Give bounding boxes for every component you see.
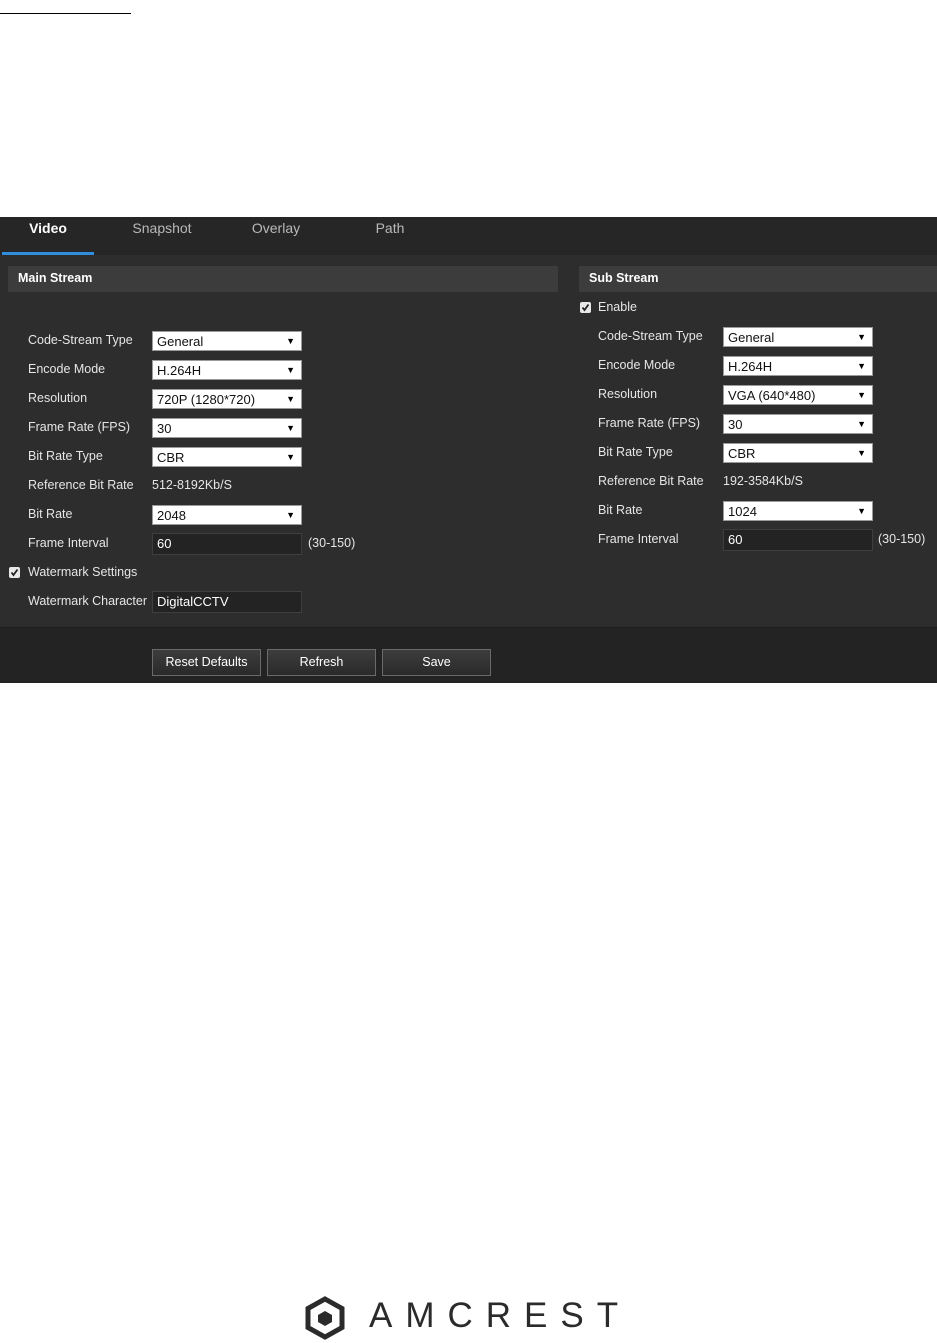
- sub-resolution-select[interactable]: VGA (640*480) ▼: [723, 385, 873, 405]
- save-button[interactable]: Save: [382, 649, 491, 676]
- main-code-stream-type-value: General: [157, 334, 204, 349]
- chevron-down-icon: ▼: [286, 394, 295, 404]
- sub-stream-enable-label: Enable: [598, 300, 637, 314]
- amcrest-wordmark: AMCREST: [369, 1296, 632, 1335]
- tab-bar: Video Snapshot Overlay Path: [0, 217, 937, 255]
- sub-bit-rate-select[interactable]: 1024 ▼: [723, 501, 873, 521]
- sub-stream-header: Sub Stream: [579, 266, 937, 292]
- sub-frame-interval-input[interactable]: 60: [723, 529, 873, 551]
- sub-code-stream-type-label: Code-Stream Type: [598, 329, 703, 343]
- sub-frame-interval-range: (30-150): [878, 532, 926, 546]
- sub-reference-bit-rate-value: 192-3584Kb/S: [723, 474, 803, 488]
- sub-resolution-label: Resolution: [598, 387, 658, 401]
- main-encode-mode-value: H.264H: [157, 363, 202, 378]
- main-reference-bit-rate-value: 512-8192Kb/S: [152, 478, 232, 492]
- main-code-stream-type-select[interactable]: General ▼: [152, 331, 302, 351]
- chevron-down-icon: ▼: [286, 336, 295, 346]
- watermark-settings-label: Watermark Settings: [28, 565, 138, 579]
- sub-code-stream-type-value: General: [728, 330, 775, 345]
- main-frame-interval-input[interactable]: 60: [152, 533, 302, 555]
- watermark-character-input[interactable]: DigitalCCTV: [152, 591, 302, 613]
- tab-path[interactable]: Path: [345, 217, 435, 255]
- main-stream-header: Main Stream: [8, 266, 558, 292]
- main-resolution-select[interactable]: 720P (1280*720) ▼: [152, 389, 302, 409]
- tab-video[interactable]: Video: [2, 217, 94, 255]
- chevron-down-icon: ▼: [857, 448, 866, 458]
- main-frame-rate-value: 30: [157, 421, 172, 436]
- chevron-down-icon: ▼: [286, 452, 295, 462]
- watermark-settings-checkbox[interactable]: [9, 567, 20, 578]
- tab-snapshot[interactable]: Snapshot: [117, 217, 207, 255]
- sub-bit-rate-label: Bit Rate: [598, 503, 643, 517]
- sub-resolution-value: VGA (640*480): [728, 388, 816, 403]
- sub-frame-rate-value: 30: [728, 417, 743, 432]
- main-frame-rate-label: Frame Rate (FPS): [28, 420, 131, 434]
- main-encode-mode-select[interactable]: H.264H ▼: [152, 360, 302, 380]
- header-rule: [0, 13, 131, 14]
- sub-encode-mode-label: Encode Mode: [598, 358, 676, 372]
- sub-code-stream-type-select[interactable]: General ▼: [723, 327, 873, 347]
- main-resolution-label: Resolution: [28, 391, 88, 405]
- sub-bit-rate-type-label: Bit Rate Type: [598, 445, 673, 459]
- checkmark-icon: [10, 568, 19, 577]
- sub-frame-rate-label: Frame Rate (FPS): [598, 416, 701, 430]
- watermark-character-label: Watermark Character: [28, 594, 148, 608]
- sub-stream-enable-checkbox[interactable]: [580, 302, 591, 313]
- main-bit-rate-value: 2048: [157, 508, 186, 523]
- main-encode-mode-label: Encode Mode: [28, 362, 106, 376]
- chevron-down-icon: ▼: [286, 423, 295, 433]
- main-frame-interval-label: Frame Interval: [28, 536, 109, 550]
- video-settings-panel: Video Snapshot Overlay Path Main Stream …: [0, 217, 937, 683]
- refresh-button[interactable]: Refresh: [267, 649, 376, 676]
- main-code-stream-type-label: Code-Stream Type: [28, 333, 133, 347]
- main-resolution-value: 720P (1280*720): [157, 392, 256, 407]
- chevron-down-icon: ▼: [286, 510, 295, 520]
- chevron-down-icon: ▼: [857, 361, 866, 371]
- sub-frame-interval-label: Frame Interval: [598, 532, 679, 546]
- sub-frame-rate-select[interactable]: 30 ▼: [723, 414, 873, 434]
- main-bit-rate-select[interactable]: 2048 ▼: [152, 505, 302, 525]
- sub-encode-mode-select[interactable]: H.264H ▼: [723, 356, 873, 376]
- main-bit-rate-type-select[interactable]: CBR ▼: [152, 447, 302, 467]
- checkmark-icon: [581, 303, 590, 312]
- chevron-down-icon: ▼: [857, 506, 866, 516]
- sub-bit-rate-type-value: CBR: [728, 446, 756, 461]
- chevron-down-icon: ▼: [857, 419, 866, 429]
- main-frame-interval-range: (30-150): [308, 536, 356, 550]
- main-frame-rate-select[interactable]: 30 ▼: [152, 418, 302, 438]
- main-bit-rate-type-value: CBR: [157, 450, 185, 465]
- sub-reference-bit-rate-label: Reference Bit Rate: [598, 474, 704, 488]
- chevron-down-icon: ▼: [286, 365, 295, 375]
- main-reference-bit-rate-label: Reference Bit Rate: [28, 478, 134, 492]
- sub-bit-rate-type-select[interactable]: CBR ▼: [723, 443, 873, 463]
- sub-bit-rate-value: 1024: [728, 504, 757, 519]
- amcrest-hexagon-icon: [305, 1296, 345, 1340]
- amcrest-logo: AMCREST: [303, 1294, 633, 1342]
- action-bar: Reset Defaults Refresh Save: [0, 627, 937, 683]
- main-bit-rate-type-label: Bit Rate Type: [28, 449, 103, 463]
- chevron-down-icon: ▼: [857, 390, 866, 400]
- chevron-down-icon: ▼: [857, 332, 866, 342]
- reset-defaults-button[interactable]: Reset Defaults: [152, 649, 261, 676]
- sub-encode-mode-value: H.264H: [728, 359, 773, 374]
- tab-overlay[interactable]: Overlay: [231, 217, 321, 255]
- main-bit-rate-label: Bit Rate: [28, 507, 73, 521]
